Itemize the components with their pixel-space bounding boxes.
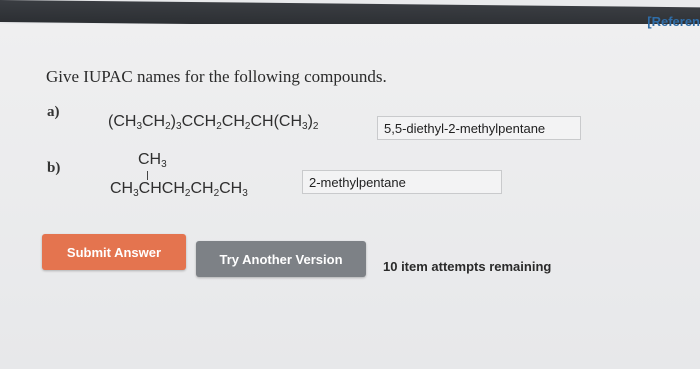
try-another-version-button[interactable]: Try Another Version	[196, 241, 366, 277]
submit-answer-button[interactable]: Submit Answer	[42, 234, 186, 270]
part-a-answer-input[interactable]: 5,5-diethyl-2-methylpentane	[377, 116, 581, 140]
part-b-branch-formula: CH3	[138, 151, 167, 170]
part-b-formula: CH3CHCH2CH2CH3	[110, 180, 248, 199]
reference-link[interactable]: [Referen	[647, 14, 700, 29]
branch-bond	[147, 171, 148, 180]
part-b-label: b)	[47, 160, 61, 176]
part-a-formula: (CH3CH2)3CCH2CH2CH(CH3)2	[108, 113, 319, 132]
part-b-answer-input[interactable]: 2-methylpentane	[302, 170, 502, 194]
question-prompt: Give IUPAC names for the following compo…	[46, 67, 387, 86]
part-a-label: a)	[47, 104, 60, 120]
attempts-remaining: 10 item attempts remaining	[383, 259, 552, 274]
